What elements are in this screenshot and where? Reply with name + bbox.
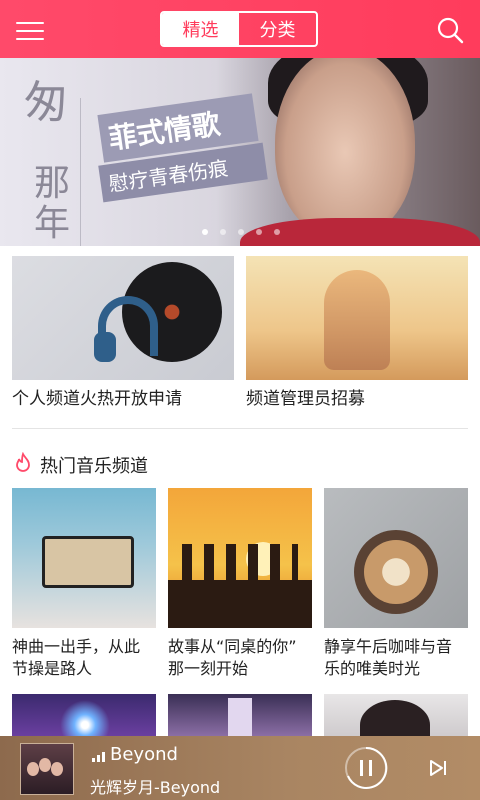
featured-card-label: 个人频道火热开放申请 <box>12 389 182 409</box>
channel-card[interactable]: 故事从“同桌的你” 那一刻开始 <box>168 488 316 678</box>
mini-player[interactable]: Beyond 光辉岁月-Beyond <box>0 736 480 800</box>
search-icon <box>437 17 464 44</box>
section-title: 热门音乐频道 <box>40 456 148 477</box>
latte-art-image <box>364 540 428 604</box>
album-art-face <box>27 762 39 776</box>
channel-card-partial[interactable] <box>168 694 312 736</box>
carousel-dot <box>274 229 280 235</box>
next-icon <box>430 760 446 776</box>
channel-card-label-line: 故事从“同桌的你” <box>168 637 297 656</box>
channel-card-label: 故事从“同桌的你” 那一刻开始 <box>168 636 316 680</box>
channel-card-image <box>12 488 156 628</box>
channel-card-label-line: 那一刻开始 <box>168 659 249 678</box>
channel-card-image <box>324 488 468 628</box>
menu-icon <box>16 22 44 24</box>
playing-bars-icon <box>92 752 105 762</box>
pause-icon <box>345 746 388 789</box>
channel-card-label: 神曲一出手，从此 节操是路人 <box>12 636 160 680</box>
player-track-title: 光辉岁月-Beyond <box>90 778 221 797</box>
cassette-tape-image <box>42 536 134 588</box>
next-track-button[interactable] <box>428 758 448 778</box>
portrait-hair-image <box>360 700 430 736</box>
banner-vertical-char: 年 <box>34 203 71 244</box>
banner-divider <box>80 98 81 246</box>
carousel-dot <box>238 229 244 235</box>
channel-card-label-line: 节操是路人 <box>12 659 93 678</box>
carousel-dot <box>202 229 208 235</box>
channel-card-image <box>168 488 312 628</box>
silhouettes-ground-image <box>168 580 312 628</box>
channel-card[interactable]: 静享午后咖啡与音 乐的唯美时光 <box>324 488 472 678</box>
city-silhouette-image <box>324 270 390 370</box>
search-button[interactable] <box>436 16 464 44</box>
menu-button[interactable] <box>16 14 46 44</box>
menu-icon-line <box>16 38 44 40</box>
album-art-face <box>39 758 51 772</box>
featured-card-personal-channel[interactable]: 个人频道火热开放申请 <box>12 256 234 416</box>
banner-image-face <box>275 58 415 238</box>
banner-vertical-char: 匆 <box>24 77 68 128</box>
section-divider <box>12 428 468 429</box>
player-artist: Beyond <box>110 744 178 765</box>
pause-button[interactable] <box>344 746 388 790</box>
album-art <box>20 743 74 795</box>
channel-card-label-line: 神曲一出手，从此 <box>12 637 141 656</box>
people-silhouettes-image <box>182 544 298 584</box>
tab-switcher: 精选 分类 <box>160 11 318 47</box>
tab-categories[interactable]: 分类 <box>239 13 316 45</box>
featured-card-admin-recruit[interactable]: 频道管理员招募 <box>246 256 468 416</box>
channel-card-label-line: 乐的唯美时光 <box>324 659 421 678</box>
top-bar: 精选 分类 <box>0 0 480 58</box>
channel-card-partial[interactable] <box>324 694 468 736</box>
tab-featured[interactable]: 精选 <box>162 13 239 45</box>
channel-card[interactable]: 神曲一出手，从此 节操是路人 <box>12 488 160 678</box>
carousel-dot <box>220 229 226 235</box>
banner-carousel[interactable]: 匆 那 年 菲式情歌 慰疗青春伤痕 <box>0 58 480 246</box>
carousel-indicator <box>0 229 480 237</box>
fire-icon <box>16 452 30 472</box>
light-burst-image <box>60 700 110 736</box>
light-tower-image <box>228 698 252 736</box>
headphones-ear-image <box>94 332 116 362</box>
channel-card-label-line: 静享午后咖啡与音 <box>324 637 453 656</box>
channel-card-partial[interactable] <box>12 694 156 736</box>
menu-icon-line <box>16 30 44 32</box>
channel-card-label: 静享午后咖啡与音 乐的唯美时光 <box>324 636 472 680</box>
featured-card-label: 频道管理员招募 <box>246 389 365 409</box>
featured-card-image <box>246 256 468 380</box>
featured-card-image <box>12 256 234 380</box>
carousel-dot <box>256 229 262 235</box>
album-art-face <box>51 762 63 776</box>
